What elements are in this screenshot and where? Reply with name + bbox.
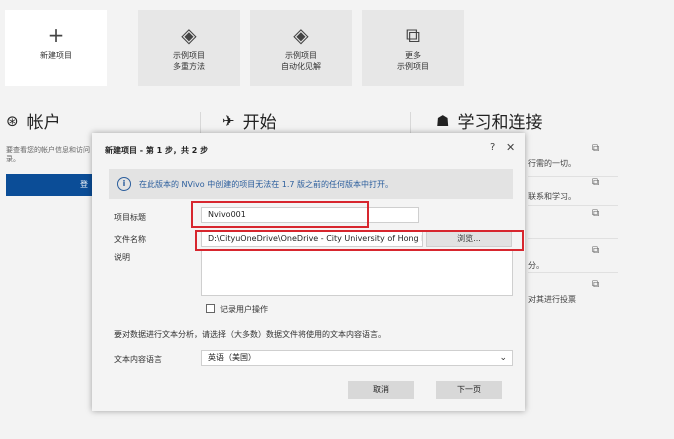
start-title: 开始: [242, 113, 277, 133]
account-icon: ⊛: [6, 111, 19, 130]
sample-project-icon: ◈: [293, 23, 309, 47]
help-icon[interactable]: ?: [490, 142, 495, 153]
file-name-label: 文件名称: [114, 235, 146, 244]
next-button[interactable]: 下一页: [436, 381, 502, 399]
learn-item[interactable]: 行需的一切。: [528, 158, 576, 169]
project-title-label: 项目标题: [114, 213, 146, 222]
graduation-cap-icon: ☗: [436, 111, 450, 130]
tile-label: 示例项目: [285, 51, 317, 60]
plus-icon: +: [47, 23, 65, 47]
external-link-icon[interactable]: ⧉: [592, 245, 599, 256]
divider: [528, 272, 618, 273]
tile-label: 更多: [405, 51, 421, 60]
new-project-dialog: 新建项目 - 第 1 步，共 2 步 ? ✕ i 在此版本的 NVivo 中创建…: [92, 133, 525, 411]
sample-project-icon: ◈: [181, 23, 197, 47]
start-section-header: ✈ 开始: [222, 108, 277, 134]
cancel-button[interactable]: 取消: [348, 381, 414, 399]
tile-sublabel: 多重方法: [173, 62, 205, 71]
info-icon: i: [117, 177, 131, 191]
tile-sublabel: 示例项目: [397, 62, 429, 71]
record-user-actions-checkbox[interactable]: [206, 304, 215, 313]
learn-title: 学习和连接: [457, 113, 543, 133]
external-link-icon[interactable]: ⧉: [592, 177, 599, 188]
language-note: 要对数据进行文本分析，请选择（大多数）数据文件将使用的文本内容语言。: [114, 330, 386, 339]
external-link-icon[interactable]: ⧉: [592, 143, 599, 154]
external-link-icon: ⧉: [405, 23, 421, 47]
info-banner: i 在此版本的 NVivo 中创建的项目无法在 1.7 版之前的任何版本中打开。: [109, 169, 513, 199]
tile-label: 示例项目: [173, 51, 205, 60]
text-language-label: 文本内容语言: [114, 355, 162, 364]
description-label: 说明: [114, 253, 130, 262]
external-link-icon[interactable]: ⧉: [592, 208, 599, 219]
text-language-select[interactable]: 英语（美国） ⌄: [201, 350, 513, 366]
record-user-actions-label: 记录用户操作: [220, 305, 268, 314]
new-project-tile[interactable]: + 新建项目: [5, 10, 107, 86]
sign-in-button[interactable]: 登: [6, 174, 94, 196]
account-section-header: ⊛ 帐户: [6, 108, 61, 134]
divider: [528, 205, 618, 206]
info-text: 在此版本的 NVivo 中创建的项目无法在 1.7 版之前的任何版本中打开。: [139, 180, 394, 189]
sample-project-auto-tile[interactable]: ◈ 示例项目 自动化见解: [250, 10, 352, 86]
account-title: 帐户: [26, 113, 61, 133]
external-link-icon[interactable]: ⧉: [592, 279, 599, 290]
sample-project-mixed-tile[interactable]: ◈ 示例项目 多重方法: [138, 10, 240, 86]
tile-sublabel: 自动化见解: [281, 62, 321, 71]
learn-item[interactable]: 对其进行投票: [528, 294, 576, 305]
description-textarea[interactable]: [201, 250, 513, 296]
more-samples-tile[interactable]: ⧉ 更多 示例项目: [362, 10, 464, 86]
chevron-down-icon: ⌄: [499, 353, 507, 363]
learn-section-header: ☗ 学习和连接: [436, 108, 543, 134]
divider: [528, 176, 618, 177]
rocket-icon: ✈: [222, 111, 235, 130]
start-tiles: + 新建项目 ◈ 示例项目 多重方法 ◈ 示例项目 自动化见解 ⧉ 更多 示例项…: [0, 0, 674, 90]
tile-label: 新建项目: [40, 51, 72, 60]
divider: [528, 238, 618, 239]
text-language-value: 英语（美国）: [208, 353, 256, 362]
highlight-box-filename: [195, 230, 524, 251]
learn-item[interactable]: 分。: [528, 260, 544, 271]
learn-item[interactable]: 联系和学习。: [528, 191, 576, 202]
account-description: 要查看您的帐户信息和访问录。: [6, 146, 90, 163]
highlight-box-title: [191, 201, 369, 228]
close-icon[interactable]: ✕: [506, 141, 515, 154]
dialog-title: 新建项目 - 第 1 步，共 2 步: [105, 146, 209, 155]
